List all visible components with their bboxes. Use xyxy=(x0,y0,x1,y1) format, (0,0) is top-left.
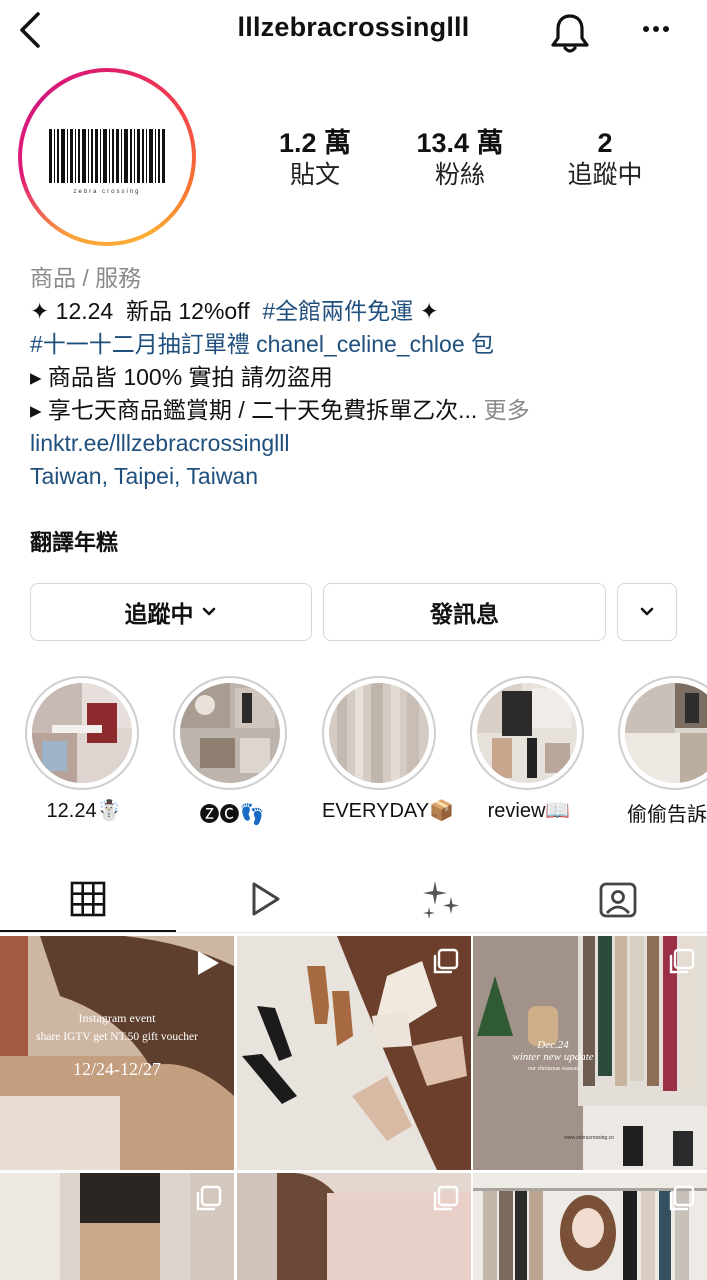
stat-posts[interactable]: 1.2 萬 貼文 xyxy=(245,127,385,191)
more-horizontal-icon xyxy=(643,26,669,32)
stat-following-value: 2 xyxy=(597,128,613,158)
carousel-icon xyxy=(669,1185,695,1211)
bio-line-1-prefix: ✦ 12.24 新品 12%off xyxy=(30,298,263,324)
tab-effects[interactable] xyxy=(353,866,529,932)
video-icon xyxy=(198,951,219,975)
highlight-cover xyxy=(625,683,707,783)
highlight-cover xyxy=(32,683,132,783)
following-button[interactable]: 追蹤中 xyxy=(30,583,312,641)
reels-icon xyxy=(252,882,280,916)
post-thumbnail[interactable] xyxy=(473,1173,707,1280)
carousel-icon xyxy=(196,1185,222,1211)
stat-following-label: 追蹤中 xyxy=(567,161,643,189)
bio-category: 商品 / 服務 xyxy=(30,265,142,291)
message-button[interactable]: 發訊息 xyxy=(323,583,606,641)
highlight-cover xyxy=(329,683,429,783)
grid-icon xyxy=(70,881,106,917)
highlight-label: review📖 xyxy=(487,800,571,822)
barcode-logo: zebra crossing xyxy=(49,129,165,195)
bio-line-1-suffix: ✦ xyxy=(413,298,439,324)
bio-location-link[interactable]: Taiwan, Taipei, Taiwan xyxy=(30,460,690,493)
highlight-label: 12.24☃️ xyxy=(46,800,122,822)
post-thumbnail[interactable] xyxy=(237,1173,471,1280)
active-tab-indicator xyxy=(0,930,176,932)
following-button-label: 追蹤中 xyxy=(124,601,194,627)
chevron-down-icon xyxy=(640,607,654,616)
highlight-item[interactable]: review📖 xyxy=(470,676,588,823)
stat-following[interactable]: 2 追蹤中 xyxy=(535,127,675,191)
bio-more-link[interactable]: 更多 xyxy=(477,397,530,423)
post-text-line-1: Dec.24 xyxy=(536,1039,569,1051)
post-text-line-3: our christmas season xyxy=(528,1066,578,1072)
post-text-line-4: www.zebracrossing.co xyxy=(564,1135,614,1141)
bio-line-4-text: ▸ 享七天商品鑑賞期 / 二十天免費拆單乙次... xyxy=(30,397,478,423)
stat-followers[interactable]: 13.4 萬 粉絲 xyxy=(390,127,530,191)
tab-reels[interactable] xyxy=(177,866,353,932)
logo-text: zebra crossing xyxy=(73,189,140,195)
highlight-item[interactable]: 🅩🅒👣 xyxy=(173,676,291,827)
bio-hashtag-link[interactable]: #全館兩件免運 xyxy=(262,298,413,324)
tagged-icon xyxy=(599,882,637,918)
more-options-button[interactable] xyxy=(636,14,676,44)
highlight-item[interactable]: EVERYDAY📦 xyxy=(322,676,454,823)
carousel-icon xyxy=(669,948,695,974)
highlight-label: 偷偷告訴妳 xyxy=(627,804,707,826)
bell-icon xyxy=(551,14,589,53)
bio-hashtag-line[interactable]: #十一十二月抽訂單禮 chanel_celine_chloe 包 xyxy=(30,328,690,361)
carousel-icon xyxy=(433,948,459,974)
highlight-item[interactable]: 偷偷告訴妳 xyxy=(618,676,707,827)
suggested-accounts-button[interactable] xyxy=(617,583,677,641)
tab-tagged[interactable] xyxy=(530,866,706,932)
stat-posts-label: 貼文 xyxy=(289,161,340,189)
notifications-button[interactable] xyxy=(548,10,592,54)
profile-username: lllzebracrossinglll xyxy=(237,12,470,42)
bio-website-link[interactable]: linktr.ee/lllzebracrossinglll xyxy=(30,427,690,460)
bio-line-4: ▸ 享七天商品鑑賞期 / 二十天免費拆單乙次... 更多 xyxy=(30,394,690,427)
post-thumbnail[interactable]: Dec.24 winter new update our christmas s… xyxy=(473,936,707,1170)
message-button-label: 發訊息 xyxy=(430,601,499,627)
post-thumbnail[interactable]: Instagram event share IGTV get NT.50 gif… xyxy=(0,936,234,1170)
stat-followers-label: 粉絲 xyxy=(434,161,485,189)
sparkles-icon xyxy=(423,881,459,919)
profile-bio: 商品 / 服務 ✦ 12.24 新品 12%off #全館兩件免運 ✦ #十一十… xyxy=(30,262,690,493)
post-text-line-2: share IGTV get NT.50 gift voucher xyxy=(36,1031,198,1043)
bio-line-1: ✦ 12.24 新品 12%off #全館兩件免運 ✦ xyxy=(30,295,690,328)
post-thumbnail[interactable] xyxy=(237,936,471,1170)
carousel-icon xyxy=(433,1185,459,1211)
translate-bio-button[interactable]: 翻譯年糕 xyxy=(30,525,118,557)
highlight-item[interactable]: 12.24☃️ xyxy=(25,676,143,823)
bio-line-3: ▸ 商品皆 100% 實拍 請勿盜用 xyxy=(30,364,333,390)
tabs-divider xyxy=(0,932,707,933)
tab-posts-grid[interactable] xyxy=(0,866,176,932)
stat-followers-value: 13.4 萬 xyxy=(416,128,504,158)
highlight-cover xyxy=(180,683,280,783)
highlight-label: EVERYDAY📦 xyxy=(322,800,454,822)
post-text-line-3: 12/24-12/27 xyxy=(73,1059,161,1079)
highlight-cover xyxy=(477,683,577,783)
chevron-down-icon xyxy=(202,607,215,616)
post-text-line-2: winter new update xyxy=(512,1051,593,1063)
post-text-line-1: Instagram event xyxy=(79,1011,157,1025)
post-thumbnail[interactable] xyxy=(0,1173,234,1280)
stat-posts-value: 1.2 萬 xyxy=(278,128,352,158)
profile-avatar[interactable]: zebra crossing xyxy=(18,68,196,246)
highlight-label: 🅩🅒👣 xyxy=(199,804,265,826)
